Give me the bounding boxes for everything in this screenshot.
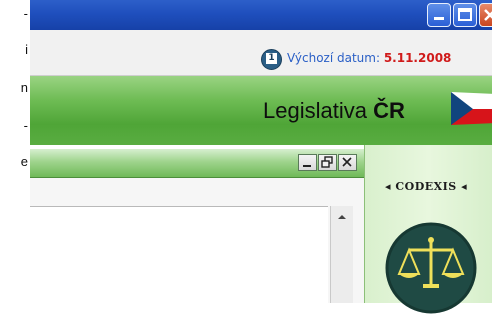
app-title: Legislativa ČR bbox=[263, 98, 405, 124]
document-window bbox=[30, 145, 365, 304]
info-bar: 1 Výchozí datum: 5.11.2008 bbox=[30, 30, 492, 76]
restore-icon bbox=[321, 156, 333, 168]
left-cutoff-column: - i n - e bbox=[0, 0, 30, 303]
cutoff-text-line: i bbox=[25, 42, 28, 57]
scales-of-justice-icon bbox=[385, 222, 477, 314]
inner-close-button[interactable] bbox=[338, 154, 357, 171]
minimize-icon bbox=[303, 165, 311, 167]
start-date-display: Výchozí datum: 5.11.2008 bbox=[287, 51, 451, 65]
calendar-icon: 1 bbox=[261, 49, 282, 70]
document-pane[interactable] bbox=[30, 206, 328, 304]
maximize-icon bbox=[458, 8, 472, 21]
start-date-label: Výchozí datum: bbox=[287, 51, 380, 65]
app-title-bold: ČR bbox=[373, 98, 405, 123]
cutoff-text-line: - bbox=[23, 6, 28, 21]
start-date-value: 5.11.2008 bbox=[383, 51, 452, 65]
cutoff-text-line: n bbox=[20, 80, 28, 95]
inner-minimize-button[interactable] bbox=[298, 154, 317, 171]
document-window-titlebar bbox=[30, 149, 364, 178]
scroll-up-arrow-icon[interactable] bbox=[334, 210, 350, 224]
czech-flag-icon bbox=[451, 92, 492, 125]
minimize-button[interactable] bbox=[427, 3, 451, 27]
cutoff-text-line: e bbox=[20, 154, 28, 169]
close-icon bbox=[342, 157, 352, 167]
app-title-prefix: Legislativa bbox=[263, 98, 367, 123]
codexis-brand-label: ◂ CODEXIS ◂ bbox=[385, 180, 468, 193]
document-content-area bbox=[30, 178, 364, 304]
window-titlebar bbox=[30, 0, 492, 30]
vertical-scrollbar[interactable] bbox=[330, 206, 353, 303]
app-header: Legislativa ČR bbox=[30, 76, 492, 145]
minimize-icon bbox=[434, 17, 444, 20]
cutoff-text-line: - bbox=[23, 118, 28, 133]
close-icon bbox=[484, 9, 492, 21]
close-button[interactable] bbox=[479, 3, 492, 27]
codexis-panel: ◂ CODEXIS ◂ bbox=[365, 145, 492, 314]
inner-restore-button[interactable] bbox=[318, 154, 337, 171]
maximize-button[interactable] bbox=[453, 3, 477, 27]
